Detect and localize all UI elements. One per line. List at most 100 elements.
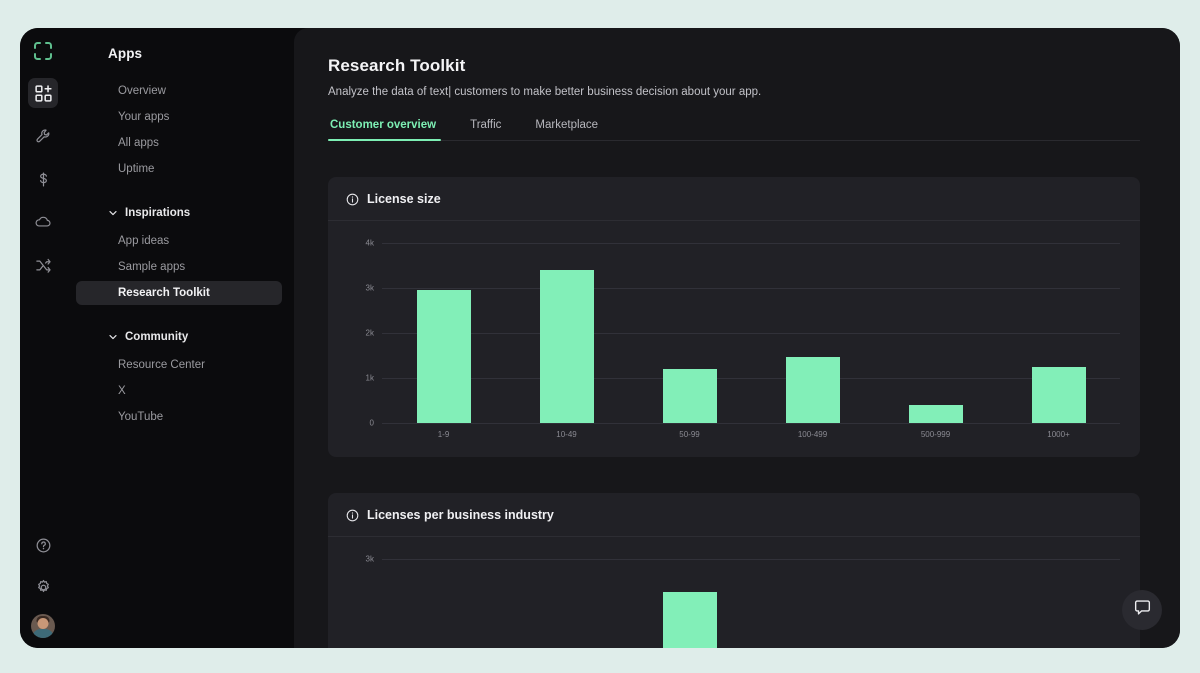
logo-icon[interactable] [30,38,56,64]
sidebar-group-community[interactable]: Community [76,325,282,349]
rail-item-billing[interactable] [28,164,58,194]
card-header: Licenses per business industry [328,493,1140,537]
sidebar-item-overview[interactable]: Overview [76,79,282,103]
chart-bar[interactable] [785,356,840,423]
sidebar-item-all-apps[interactable]: All apps [76,131,282,155]
app-window: Apps Overview Your apps All apps Uptime … [20,28,1180,648]
sidebar-item-youtube[interactable]: YouTube [76,405,282,429]
chart-bar-slot [874,559,997,648]
dollar-icon [35,171,52,188]
sidebar-item-uptime[interactable]: Uptime [76,157,282,181]
chart-bars [382,243,1120,423]
sidebar-group-label: Inspirations [125,207,191,219]
sidebar-group-community-list: Resource Center X YouTube [66,353,292,429]
chat-bubble-icon [1133,598,1152,622]
tab-traffic[interactable]: Traffic [453,117,518,140]
avatar[interactable] [31,614,55,638]
chart-license-size: 0 1k 2k 3k 4k 1-9 10-49 50-99 100-499 500-999 100… [348,239,1120,439]
help-icon [35,537,52,554]
main-panel: Research Toolkit Analyze the data of tex… [294,28,1180,648]
chevron-down-icon [108,332,118,342]
rail-item-tools[interactable] [28,121,58,151]
chart-bars [382,559,1120,648]
avatar-face [37,618,49,629]
chart-plot-area: 0 1k 2k 3k 4k [366,239,1120,428]
chart-y-axis-label: 2k [365,328,374,338]
rail-item-apps[interactable] [28,78,58,108]
chart-y-axis-label: 4k [365,238,374,248]
sidebar-item-resource-center[interactable]: Resource Center [76,353,282,377]
chart-bar[interactable] [1031,366,1086,423]
info-icon[interactable] [346,509,359,522]
chart-x-axis-label: 1000+ [1047,430,1070,439]
card-license-size: License size 0 1k 2k 3k 4k 1-9 10-49 50-99 100-… [328,177,1140,457]
chart-bar-slot [628,243,751,423]
sidebar-group-label: Community [125,331,189,343]
chart-x-axis-label: 1-9 [437,430,450,439]
chart-bar[interactable] [662,369,717,423]
chart-plot-area: 3k [366,555,1120,648]
chart-bar-slot [628,559,751,648]
tab-bar: Customer overview Traffic Marketplace [328,117,1140,141]
chart-bar[interactable] [539,270,594,423]
nav-sidebar: Apps Overview Your apps All apps Uptime … [66,28,292,648]
rail-item-shuffle[interactable] [28,250,58,280]
chart-y-axis-label: 0 [369,418,374,428]
chart-bar[interactable] [662,592,717,648]
rail-item-cloud[interactable] [28,207,58,237]
chart-bar-slot [874,243,997,423]
chart-x-axis-label: 50-99 [679,430,700,439]
card-title: License size [367,192,441,206]
tab-customer-overview[interactable]: Customer overview [328,117,453,141]
icon-rail [20,28,66,648]
chart-bar-slot [382,559,505,648]
chart-x-axis-label: 10-49 [556,430,577,439]
chart-bar[interactable] [416,290,471,423]
sidebar-group-inspirations[interactable]: Inspirations [76,201,282,225]
chart-x-axis-labels: 1-9 10-49 50-99 100-499 500-999 1000+ [382,430,1120,439]
apps-icon [34,84,52,102]
chart-bar-slot [382,243,505,423]
chevron-down-icon [108,208,118,218]
chart-y-axis-label: 1k [365,373,374,383]
chart-y-axis-label: 3k [365,554,374,564]
chart-bar-slot [751,559,874,648]
chart-bar[interactable] [908,405,963,423]
main-scroll-area[interactable]: Research Toolkit Analyze the data of tex… [294,28,1180,648]
rail-bottom-group [20,530,66,638]
chart-bar-slot [997,243,1120,423]
chart-y-axis-label: 3k [365,283,374,293]
card-body: 3k [328,537,1140,648]
sidebar-item-sample-apps[interactable]: Sample apps [76,255,282,279]
chat-bubble-button[interactable] [1122,590,1162,630]
sidebar-primary-list: Overview Your apps All apps Uptime [66,79,292,181]
sidebar-group-inspirations-list: App ideas Sample apps Research Toolkit [66,229,292,305]
shuffle-icon [35,257,52,274]
avatar-body [32,629,54,638]
chart-bar-slot [751,243,874,423]
sidebar-item-app-ideas[interactable]: App ideas [76,229,282,253]
sidebar-item-research-toolkit[interactable]: Research Toolkit [76,281,282,305]
chart-bar-slot [505,559,628,648]
sidebar-item-your-apps[interactable]: Your apps [76,105,282,129]
chart-x-axis-label: 500-999 [920,430,951,439]
sidebar-title: Apps [108,46,143,61]
chart-bar-slot [505,243,628,423]
chart-licenses-per-industry: 3k [348,555,1120,648]
card-header: License size [328,177,1140,221]
chart-bar-slot [997,559,1120,648]
card-title: Licenses per business industry [367,508,554,522]
tab-marketplace[interactable]: Marketplace [518,117,615,140]
card-licenses-per-industry: Licenses per business industry 3k [328,493,1140,648]
cloud-icon [34,213,52,231]
gear-icon [35,579,52,596]
wrench-icon [35,128,52,145]
chart-x-axis-label: 100-499 [797,430,828,439]
rail-item-settings[interactable] [28,572,58,602]
sidebar-item-x[interactable]: X [76,379,282,403]
rail-item-help[interactable] [28,530,58,560]
page-subtitle: Analyze the data of text| customers to m… [328,86,762,98]
page-title: Research Toolkit [328,56,466,75]
chart-gridline [382,423,1120,424]
info-icon[interactable] [346,193,359,206]
